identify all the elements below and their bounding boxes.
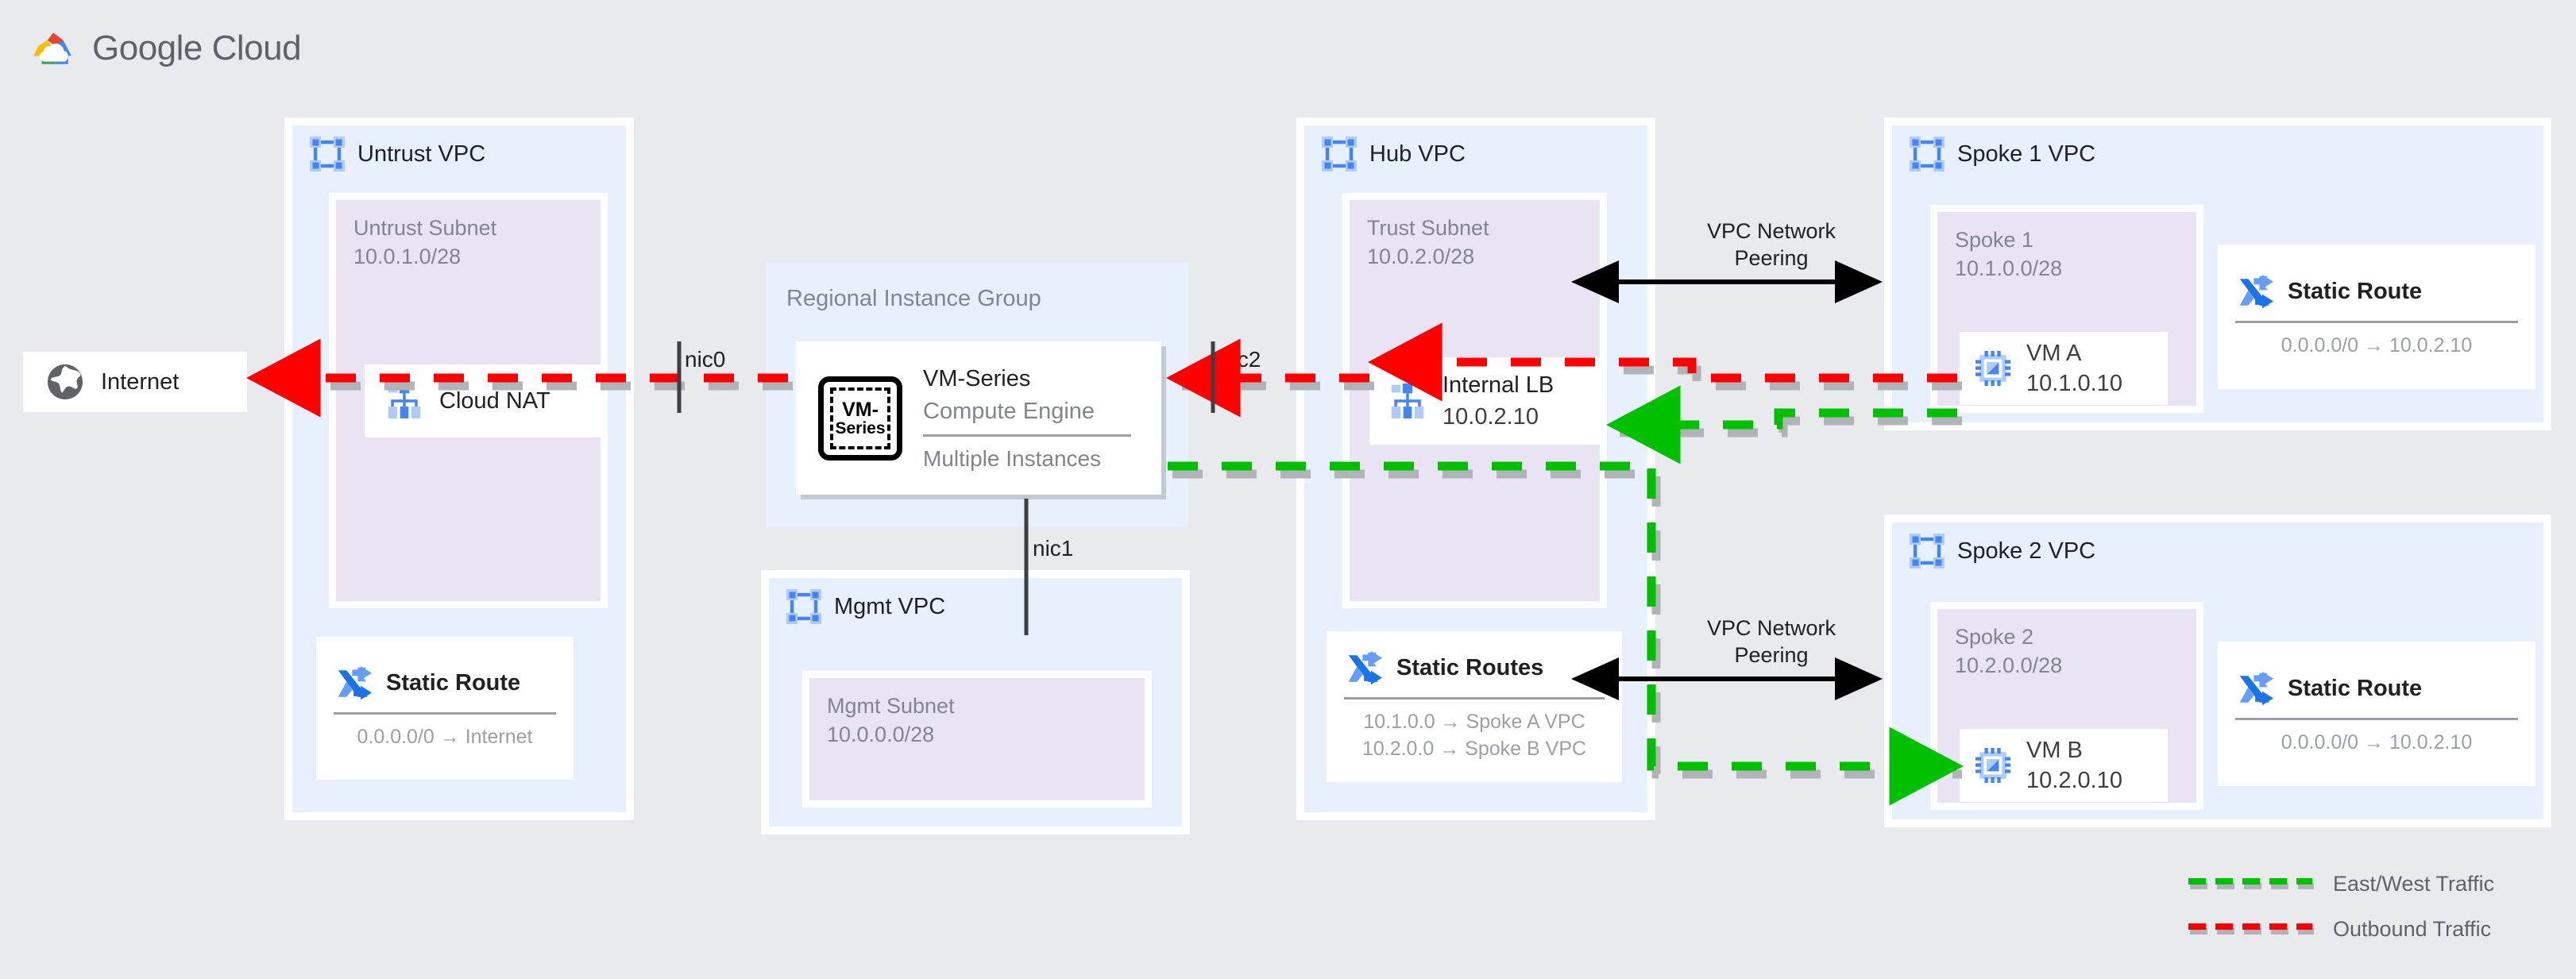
vm-series-icon: VM- Series [818,376,902,461]
nic1-label: nic1 [1033,536,1074,561]
vm-b-text: VM B 10.2.0.10 [2026,736,2122,796]
vm-b-card[interactable]: VM B 10.2.0.10 [1960,729,2168,802]
hub-static-routes-title: Static Routes [1396,655,1544,681]
spoke1-static-route-header: Static Route [2218,274,2535,310]
divider [923,434,1131,437]
internet-label: Internet [101,368,180,395]
load-balancer-icon [1391,384,1424,418]
spoke1-vpc-label: Spoke 1 VPC [1957,141,2096,167]
spoke1-static-route-card[interactable]: Static Route 0.0.0.0/0 → 10.0.2.10 [2218,245,2535,389]
internal-lb-address: 10.0.2.10 [1442,404,1539,430]
vpc-icon [1910,534,1945,569]
static-route-icon [1348,650,1382,684]
internal-lb-title: Internal LB [1442,372,1554,398]
untrust-vpc-header: Untrust VPC [292,125,626,172]
vpc-icon [1322,137,1357,172]
spoke2-static-route-rules: 0.0.0.0/0 → 10.0.2.10 [2281,730,2473,754]
vm-b-address: 10.2.0.10 [2026,768,2122,793]
vm-series-footer: Multiple Instances [923,445,1102,471]
outbound-swatch-icon [2188,923,2314,935]
spoke1-vpc-header: Spoke 1 VPC [1892,125,2543,172]
vm-a-address: 10.1.0.10 [2026,371,2122,396]
spoke1-subnet-label: Spoke 1 10.1.0.0/28 [1955,228,2063,280]
spoke2-vpc-label: Spoke 2 VPC [1957,538,2096,564]
vm-series-title: VM-Series [923,366,1031,392]
legend-label-east-west: East/West Traffic [2333,872,2495,896]
spoke2-subnet-label: Spoke 2 10.2.0.0/28 [1955,625,2063,677]
cloud-nat-icon [388,384,421,418]
vm-series-subtitle: Compute Engine [923,398,1095,424]
internal-lb-card[interactable]: Internal LB 10.0.2.10 [1369,357,1600,445]
vpc-icon [1910,137,1945,172]
hub-vpc-header: Hub VPC [1304,125,1647,172]
static-route-icon [338,665,372,700]
untrust-static-route-title: Static Route [386,670,521,696]
mgmt-subnet-label: Mgmt Subnet 10.0.0.0/28 [827,694,955,746]
hub-vpc-label: Hub VPC [1369,141,1466,167]
vm-a-title: VM A [2026,340,2082,366]
hub-static-routes-header: Static Routes [1327,650,1622,686]
spoke2-static-route-header: Static Route [2218,671,2535,707]
mgmt-subnet[interactable]: Mgmt Subnet 10.0.0.0/28 [802,671,1152,807]
spoke1-static-route-title: Static Route [2288,279,2423,305]
peering-label-bottom: VPC Network Peering [1706,616,1836,667]
vm-a-text: VM A 10.1.0.10 [2026,339,2122,399]
nic0-label: nic0 [685,347,726,372]
legend: East/West Traffic Outbound Traffic [2188,872,2494,942]
vm-b-title: VM B [2026,737,2083,763]
hub-static-routes-rules: 10.1.0.0 → Spoke A VPC 10.2.0.0 → Spoke … [1361,710,1587,760]
internal-lb-text: Internal LB 10.0.2.10 [1442,371,1554,432]
vm-series-card[interactable]: VM- Series VM-Series Compute Engine Mult… [796,341,1161,495]
globe-icon [47,364,83,400]
mgmt-vpc-header: Mgmt VPC [769,578,1182,624]
untrust-static-route-rules: 0.0.0.0/0 → Internet [357,725,533,748]
spoke2-vpc-header: Spoke 2 VPC [1892,522,2543,569]
static-route-icon [2239,274,2273,308]
vm-series-icon-line1: VM- [842,398,879,421]
nic2-label: nic2 [1220,347,1261,372]
trust-subnet-label: Trust Subnet 10.0.2.0/28 [1367,216,1489,268]
regional-instance-group-label: Regional Instance Group [786,286,1041,311]
mgmt-vpc-label: Mgmt VPC [834,593,946,619]
app-header: Google Cloud [30,29,302,68]
static-route-icon [2239,671,2273,705]
internet-node[interactable]: Internet [23,352,247,412]
vpc-icon [310,137,345,172]
vm-series-icon-line2: Series [835,418,886,437]
page-title: Google Cloud [92,29,302,67]
untrust-static-route-header: Static Route [316,665,574,701]
vm-a-card[interactable]: VM A 10.1.0.10 [1960,332,2168,405]
spoke1-static-route-rules: 0.0.0.0/0 → 10.0.2.10 [2281,333,2473,357]
cloud-nat-card[interactable]: Cloud NAT [365,364,603,437]
east-west-swatch-icon [2188,877,2314,889]
untrust-vpc-label: Untrust VPC [357,141,486,167]
legend-item-outbound: Outbound Traffic [2188,917,2494,942]
legend-label-outbound: Outbound Traffic [2333,917,2492,941]
vm-chip-icon [1975,748,2010,783]
hub-static-routes-card[interactable]: Static Routes 10.1.0.0 → Spoke A VPC 10.… [1327,631,1622,782]
google-cloud-logo-icon [33,33,71,64]
peering-label-top: VPC Network Peering [1706,219,1836,270]
cloud-nat-label: Cloud NAT [439,387,550,414]
legend-item-east-west: East/West Traffic [2188,872,2494,896]
vm-series-text: VM-Series Compute Engine Multiple Instan… [923,364,1131,471]
spoke2-static-route-title: Static Route [2288,676,2423,702]
vpc-icon [786,589,821,624]
spoke2-static-route-card[interactable]: Static Route 0.0.0.0/0 → 10.0.2.10 [2218,642,2535,786]
untrust-subnet-label: Untrust Subnet 10.0.1.0/28 [353,216,497,268]
vm-chip-icon [1975,351,2010,386]
untrust-static-route-card[interactable]: Static Route 0.0.0.0/0 → Internet [316,637,574,780]
